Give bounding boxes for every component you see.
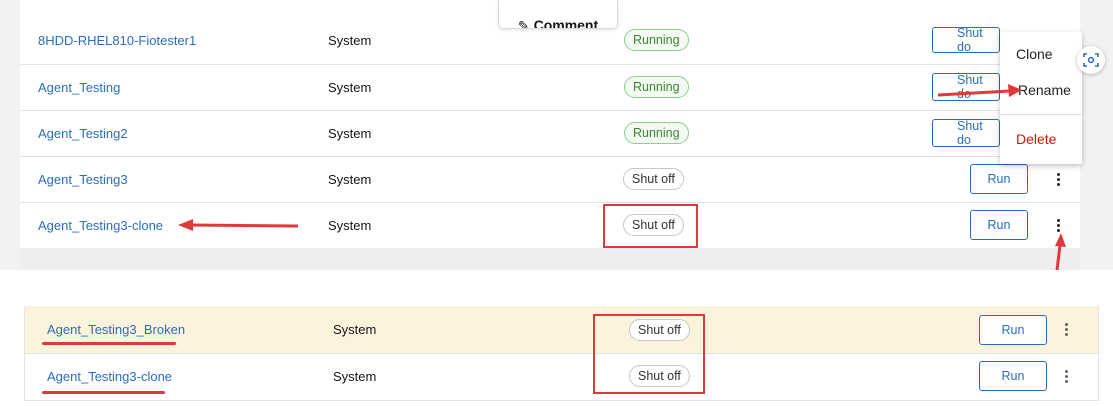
gray-right-edge [1080, 0, 1113, 270]
vm-name-link[interactable]: Agent_Testing2 [38, 126, 128, 141]
run-button[interactable]: Run [970, 210, 1028, 240]
menu-item-rename[interactable]: Rename [1018, 82, 1071, 98]
vm-name-link[interactable]: Agent_Testing3-clone [38, 218, 163, 233]
annotation-box-bottom [593, 314, 705, 394]
vm-type: System [328, 79, 372, 95]
status-badge: Running [624, 29, 689, 51]
table-row: Agent_Testing3-clone System Shut off Run [20, 202, 1080, 249]
menu-divider [1000, 114, 1082, 115]
vm-type: System [333, 368, 377, 384]
bottom-table: Agent_Testing3_Broken System Shut off Ru… [24, 306, 1099, 401]
kebab-menu-icon[interactable] [1061, 366, 1071, 386]
gray-separator [0, 248, 1113, 270]
status-badge: Shut off [623, 168, 684, 190]
table-row-highlighted: Agent_Testing3_Broken System Shut off Ru… [25, 306, 1098, 354]
comment-tab[interactable]: ✎ Comment [498, 0, 618, 29]
screenshot-icon[interactable] [1077, 46, 1105, 74]
context-menu: Clone Rename Delete [1000, 32, 1082, 164]
shut-down-button[interactable]: Shut do [932, 119, 1000, 147]
status-badge: Running [624, 76, 689, 98]
run-button[interactable]: Run [979, 361, 1047, 391]
menu-item-clone[interactable]: Clone [1016, 46, 1053, 62]
vm-name-link[interactable]: Agent_Testing3 [38, 172, 128, 187]
comment-icon: ✎ [517, 18, 530, 29]
vm-type: System [328, 125, 372, 141]
vm-name-link[interactable]: Agent_Testing3-clone [47, 369, 172, 384]
vm-name-link[interactable]: Agent_Testing3_Broken [47, 322, 185, 337]
comment-label: Comment [533, 17, 599, 29]
vm-type: System [328, 171, 372, 187]
vm-name-link[interactable]: 8HDD-RHEL810-Fiotester1 [38, 33, 196, 48]
table-row: Agent_Testing System Running Shut do [20, 64, 1080, 111]
vm-type: System [333, 322, 377, 337]
shut-down-button[interactable]: Shut do [932, 73, 1000, 101]
vm-type: System [328, 217, 372, 233]
annotation-box-top [603, 204, 698, 248]
vm-name-link[interactable]: Agent_Testing [38, 80, 120, 95]
kebab-menu-icon[interactable] [1061, 320, 1071, 340]
kebab-menu-icon[interactable] [1053, 215, 1063, 235]
gray-left-edge [0, 0, 20, 270]
table-row: Agent_Testing3 System Shut off Run [20, 156, 1080, 203]
run-button[interactable]: Run [979, 314, 1047, 345]
shut-down-button[interactable]: Shut do [932, 26, 1000, 54]
kebab-menu-icon[interactable] [1053, 169, 1063, 189]
table-row: Agent_Testing2 System Running Shut do [20, 110, 1080, 157]
annotation-underline [42, 342, 176, 345]
run-button[interactable]: Run [970, 164, 1028, 194]
top-table: 8HDD-RHEL810-Fiotester1 System Running S… [20, 18, 1080, 249]
annotation-underline [42, 391, 165, 394]
status-badge: Running [624, 122, 689, 144]
table-row: Agent_Testing3-clone System Shut off Run [25, 353, 1098, 399]
menu-item-delete[interactable]: Delete [1016, 131, 1056, 147]
vm-type: System [328, 32, 372, 48]
